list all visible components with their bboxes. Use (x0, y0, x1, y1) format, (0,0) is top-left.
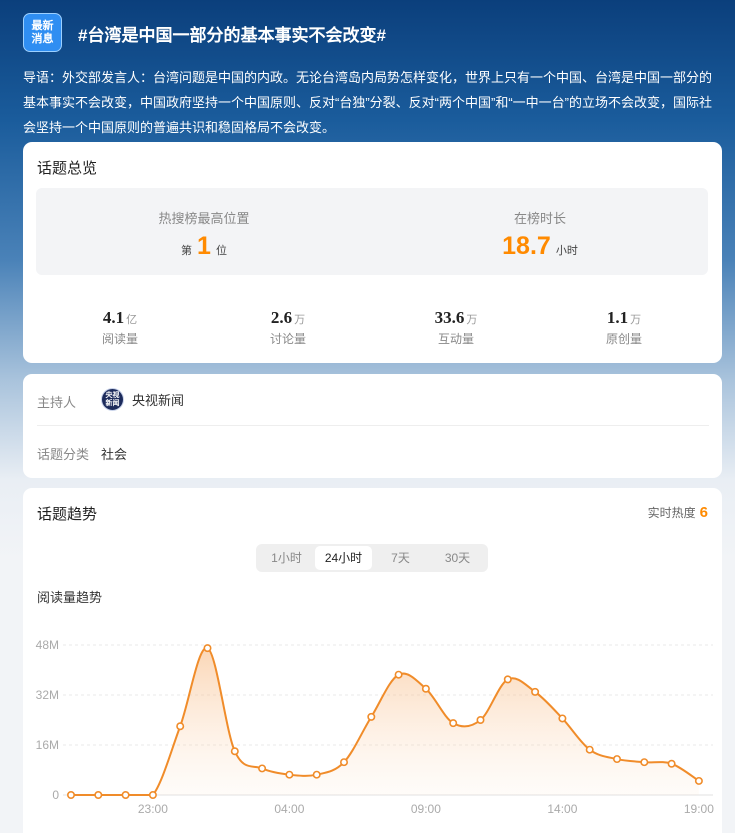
data-point (312, 770, 321, 779)
y-tick-label: 0 (52, 788, 59, 802)
rank-label: 热搜榜最高位置 (158, 211, 250, 226)
stat-label: 互动量 (437, 332, 474, 346)
x-tick-label: 04:00 (274, 802, 304, 816)
info-card: 主持人 央视 新闻 央视新闻 话题分类 社会 (23, 374, 722, 478)
duration-value: 18.7 (502, 232, 551, 260)
rank-block: 热搜榜最高位置 第 1 位 (36, 188, 372, 275)
trend-card: 话题趋势 实时热度 6 1小时 24小时 7天 30天 阅读量趋势 0 16M 32… (23, 488, 722, 833)
data-point (367, 712, 376, 721)
data-point (203, 644, 212, 653)
data-point (258, 764, 267, 773)
data-point (449, 719, 458, 728)
data-point (667, 759, 676, 768)
topic-header: 最新 消息 #台湾是中国一部分的基本事实不会改变# 导语：外交部发言人：台湾问题… (0, 0, 735, 142)
data-point (148, 790, 157, 799)
stat-value: 4.1 (102, 308, 125, 327)
stat-label: 原创量 (605, 332, 642, 346)
stat-unit: 万 (294, 314, 306, 326)
stat-value: 1.1 (606, 308, 629, 327)
stats-row: 4.1 亿 阅读量 2.6 万 讨论量 33.6 万 互动量 1.1 万 原创量 (23, 308, 722, 348)
data-point (612, 755, 621, 764)
stat-label: 阅读量 (101, 332, 138, 346)
data-point (694, 776, 703, 785)
stat-original: 1.1 万 原创量 (564, 308, 684, 347)
stat-interact: 33.6 万 互动量 (396, 308, 516, 347)
x-tick-label: 23:00 (138, 802, 168, 816)
data-point (285, 770, 294, 779)
data-point (640, 758, 649, 767)
stat-unit: 亿 (126, 314, 138, 326)
area-fill (71, 647, 699, 795)
host-label: 主持人 (37, 395, 77, 410)
data-point (339, 758, 348, 767)
data-point (66, 790, 75, 799)
host-link[interactable]: 央视 新闻 央视新闻 (101, 388, 184, 411)
data-point (476, 716, 485, 725)
data-point (421, 684, 430, 693)
category-value: 社会 (101, 447, 128, 462)
rank-value: 1 (197, 232, 211, 260)
duration-block: 在榜时长 18.7 小时 (372, 188, 708, 275)
stat-value: 33.6 (434, 308, 465, 327)
topic-title: #台湾是中国一部分的基本事实不会改变# (78, 26, 386, 45)
category-label: 话题分类 (37, 447, 90, 462)
data-point (121, 790, 130, 799)
y-tick-label: 16M (36, 738, 59, 752)
rank-prefix: 第 (181, 245, 193, 257)
host-name[interactable]: 央视新闻 (132, 390, 184, 409)
host-row: 主持人 央视 新闻 央视新闻 (37, 374, 709, 426)
topic-lead: 导语：外交部发言人：台湾问题是中国的内政。无论台湾岛内局势怎样变化，世界上只有一… (23, 70, 713, 135)
x-tick-label: 09:00 (411, 802, 441, 816)
rank-suffix: 位 (215, 245, 227, 257)
read-trend-chart: 0 16M 32M 48M 23:00 04:00 09:00 14:00 19:00 (36, 638, 715, 816)
data-point (230, 747, 239, 756)
stat-unit: 万 (466, 314, 478, 326)
overview-card: 话题总览 热搜榜最高位置 第 1 位 在榜时长 18.7 小时 4.1 亿 阅读量… (23, 142, 722, 363)
overview-title: 话题总览 (37, 160, 98, 177)
y-tick-label: 48M (36, 638, 59, 652)
x-tick-label: 14:00 (547, 802, 577, 816)
data-point (558, 714, 567, 723)
duration-unit: 小时 (555, 245, 578, 257)
data-point (176, 722, 185, 731)
host-avatar[interactable]: 央视 新闻 (101, 388, 124, 411)
stat-discuss: 2.6 万 讨论量 (228, 308, 348, 347)
stat-label: 讨论量 (269, 332, 306, 346)
data-point (585, 745, 594, 754)
duration-label: 在榜时长 (513, 211, 566, 226)
data-point (394, 670, 403, 679)
category-row: 话题分类 社会 (37, 426, 709, 478)
stat-unit: 万 (630, 314, 642, 326)
stat-value: 2.6 (270, 308, 293, 327)
news-badge-icon: 最新 消息 (23, 13, 62, 52)
data-point (94, 790, 103, 799)
data-point (531, 687, 540, 696)
x-tick-label: 19:00 (684, 802, 714, 816)
overview-highlight-box: 热搜榜最高位置 第 1 位 在榜时长 18.7 小时 (36, 188, 708, 275)
stat-read: 4.1 亿 阅读量 (60, 308, 180, 347)
y-tick-label: 32M (36, 688, 59, 702)
data-point (503, 675, 512, 684)
